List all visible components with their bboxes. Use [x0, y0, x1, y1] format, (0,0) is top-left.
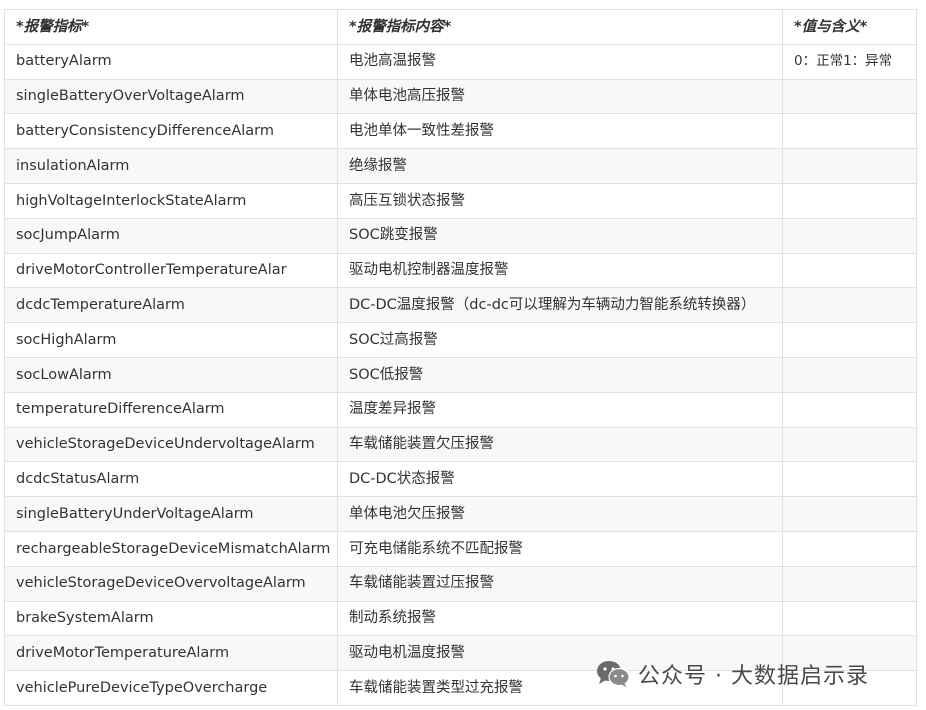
alarm-indicator-cell: singleBatteryOverVoltageAlarm	[4, 78, 338, 115]
alarm-indicator-cell: brakeSystemAlarm	[4, 600, 338, 637]
header-row: *报警指标* *报警指标内容* *值与含义*	[4, 9, 917, 45]
alarm-content-cell: 车载储能装置过压报警	[337, 565, 783, 602]
alarm-content-cell: 单体电池高压报警	[337, 78, 783, 115]
header-value-meaning: *值与含义*	[782, 9, 917, 45]
alarm-content-cell: 高压互锁状态报警	[337, 182, 783, 219]
value-meaning-cell	[782, 322, 917, 358]
table-row: dcdcTemperatureAlarm DC-DC温度报警（dc-dc可以理解为…	[4, 287, 917, 324]
header-alarm-content: *报警指标内容*	[337, 9, 783, 45]
value-meaning-cell	[782, 252, 917, 289]
alarm-table: *报警指标* *报警指标内容* *值与含义* batteryAlarm 电池高温报…	[4, 9, 917, 706]
header-alarm-indicator: *报警指标*	[4, 9, 338, 45]
value-meaning-cell	[782, 78, 917, 115]
table-row: temperatureDifferenceAlarm 温度差异报警	[4, 391, 917, 428]
alarm-content-cell: 电池单体一致性差报警	[337, 113, 783, 150]
alarm-indicator-cell: socLowAlarm	[4, 356, 338, 393]
alarm-indicator-cell: vehiclePureDeviceTypeOvercharge	[4, 670, 338, 706]
alarm-content-cell: 车载储能装置欠压报警	[337, 426, 783, 463]
alarm-content-cell: DC-DC温度报警（dc-dc可以理解为车辆动力智能系统转换器）	[337, 287, 783, 324]
alarm-indicator-cell: dcdcTemperatureAlarm	[4, 287, 338, 324]
value-meaning-cell	[782, 356, 917, 393]
table-row: socJumpAlarm SOC跳变报警	[4, 217, 917, 254]
value-meaning-cell: 0：正常1：异常	[782, 43, 917, 80]
value-meaning-cell	[782, 426, 917, 463]
value-meaning-cell	[782, 530, 917, 567]
table-row: rechargeableStorageDeviceMismatchAlarm 可充…	[4, 530, 917, 567]
alarm-indicator-cell: socHighAlarm	[4, 322, 338, 358]
alarm-content-cell: SOC跳变报警	[337, 217, 783, 254]
alarm-indicator-cell: dcdcStatusAlarm	[4, 461, 338, 498]
alarm-content-cell: 电池高温报警	[337, 43, 783, 80]
alarm-content-cell: SOC过高报警	[337, 322, 783, 358]
alarm-indicator-cell: singleBatteryUnderVoltageAlarm	[4, 496, 338, 532]
table-row: brakeSystemAlarm 制动系统报警	[4, 600, 917, 637]
alarm-indicator-cell: temperatureDifferenceAlarm	[4, 391, 338, 428]
value-meaning-cell	[782, 182, 917, 219]
table-row: batteryConsistencyDifferenceAlarm 电池单体一致性…	[4, 113, 917, 150]
alarm-indicator-cell: vehicleStorageDeviceOvervoltageAlarm	[4, 565, 338, 602]
watermark: 公众号 · 大数据启示录	[596, 657, 869, 691]
wechat-icon	[597, 661, 630, 687]
alarm-content-cell: 温度差异报警	[337, 391, 783, 428]
watermark-text: 公众号 · 大数据启示录	[638, 664, 869, 689]
alarm-indicator-cell: socJumpAlarm	[4, 217, 338, 254]
alarm-indicator-cell: insulationAlarm	[4, 148, 338, 184]
value-meaning-cell	[782, 391, 917, 428]
table-header: *报警指标* *报警指标内容* *值与含义*	[4, 9, 917, 45]
value-meaning-cell	[782, 113, 917, 150]
alarm-content-cell: 制动系统报警	[337, 600, 783, 637]
alarm-content-cell: 单体电池欠压报警	[337, 496, 783, 532]
value-meaning-cell	[782, 287, 917, 324]
value-meaning-cell	[782, 217, 917, 254]
table-row: driveMotorControllerTemperatureAlar 驱动电机控…	[4, 252, 917, 289]
alarm-content-cell: 驱动电机控制器温度报警	[337, 252, 783, 289]
alarm-indicator-cell: driveMotorTemperatureAlarm	[4, 635, 338, 672]
alarm-content-cell: 绝缘报警	[337, 148, 783, 184]
value-meaning-cell	[782, 496, 917, 532]
table-row: singleBatteryOverVoltageAlarm 单体电池高压报警	[4, 78, 917, 115]
alarm-indicator-cell: rechargeableStorageDeviceMismatchAlarm	[4, 530, 338, 567]
value-meaning-cell	[782, 600, 917, 637]
alarm-content-cell: 可充电储能系统不匹配报警	[337, 530, 783, 567]
table-row: insulationAlarm 绝缘报警	[4, 148, 917, 184]
table-row: vehicleStorageDeviceUndervoltageAlarm 车载储…	[4, 426, 917, 463]
table-row: batteryAlarm 电池高温报警 0：正常1：异常	[4, 43, 917, 80]
alarm-indicator-cell: batteryConsistencyDifferenceAlarm	[4, 113, 338, 150]
table-row: socLowAlarm SOC低报警	[4, 356, 917, 393]
alarm-indicator-cell: batteryAlarm	[4, 43, 338, 80]
value-meaning-cell	[782, 461, 917, 498]
table-body: batteryAlarm 电池高温报警 0：正常1：异常 singleBatteryO…	[4, 43, 917, 706]
table-row: highVoltageInterlockStateAlarm 高压互锁状态报警	[4, 182, 917, 219]
alarm-content-cell: DC-DC状态报警	[337, 461, 783, 498]
value-meaning-cell	[782, 148, 917, 184]
table-row: singleBatteryUnderVoltageAlarm 单体电池欠压报警	[4, 496, 917, 532]
table-row: dcdcStatusAlarm DC-DC状态报警	[4, 461, 917, 498]
value-meaning-cell	[782, 565, 917, 602]
table-row: socHighAlarm SOC过高报警	[4, 322, 917, 358]
alarm-indicator-cell: driveMotorControllerTemperatureAlar	[4, 252, 338, 289]
table-row: vehicleStorageDeviceOvervoltageAlarm 车载储能…	[4, 565, 917, 602]
alarm-content-cell: SOC低报警	[337, 356, 783, 393]
alarm-table-container: *报警指标* *报警指标内容* *值与含义* batteryAlarm 电池高温报…	[4, 9, 917, 706]
alarm-indicator-cell: highVoltageInterlockStateAlarm	[4, 182, 338, 219]
alarm-indicator-cell: vehicleStorageDeviceUndervoltageAlarm	[4, 426, 338, 463]
